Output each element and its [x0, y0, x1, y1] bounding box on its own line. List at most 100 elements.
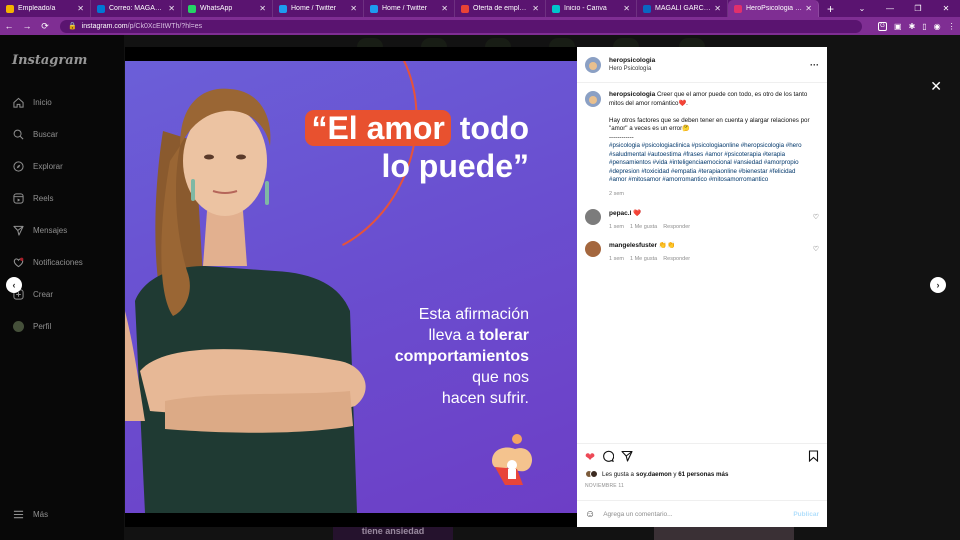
tab-close-icon[interactable]: ✕: [350, 4, 357, 13]
bookmark-icon[interactable]: [808, 449, 819, 465]
avatar[interactable]: [585, 56, 601, 73]
likes-summary: Les gusta a soy.daemon y 61 personas más: [585, 470, 819, 478]
browser-tab[interactable]: MAGALI GARCIA POR...✕: [637, 0, 728, 17]
next-post-arrow-icon[interactable]: ›: [930, 277, 946, 293]
tab-close-icon[interactable]: ✕: [805, 4, 812, 13]
screenshot-icon[interactable]: ▣: [894, 22, 902, 31]
tab-favicon-icon: [6, 4, 14, 13]
comment-reply-button[interactable]: Responder: [663, 224, 690, 230]
emoji-icon[interactable]: ☺: [585, 509, 595, 520]
body-line-4: que nos: [472, 369, 529, 386]
puzzle-icon[interactable]: ✱: [909, 22, 916, 31]
url-path: /p/Ck0XcEItWTh/?hl=es: [127, 22, 203, 30]
back-arrow-icon[interactable]: ←: [0, 21, 18, 31]
post-body-text: Esta afirmación lleva a tolerar comporta…: [395, 304, 529, 409]
headline-line-1: “El amor todo: [305, 109, 529, 147]
address-bar: ← → ⟳ 🔒 instagram.com/p/Ck0XcEItWTh/?hl=…: [0, 17, 960, 35]
extension-icon[interactable]: G: [878, 21, 887, 31]
comment-item: pepac.l ❤️ 1 sem 1 Me gusta Responder ♡: [577, 209, 827, 230]
body-line-1: Esta afirmación: [418, 306, 529, 323]
comment-composer: ☺ Agrega un comentario... Publicar: [577, 500, 827, 527]
post-image-frame: “El amor todo lo puede” Esta afirmación …: [125, 47, 577, 527]
tab-favicon-icon: [643, 4, 651, 13]
browser-tab[interactable]: Inicio - Canva ✕: [546, 0, 637, 17]
comment-username[interactable]: mangelesfuster: [609, 242, 657, 249]
comment-body: pepac.l ❤️ 1 sem 1 Me gusta Responder: [609, 209, 696, 230]
browser-tab-strip: Empleado/a✕Correo: MAGALI GAR...✕WhatsAp…: [0, 0, 960, 17]
instagram-page: tiene ansiedad Instagram Inicio Buscar E…: [0, 35, 960, 540]
comment-username[interactable]: pepac.l: [609, 210, 631, 217]
tab-label: Oferta de empleo refe...: [473, 5, 529, 12]
avatar[interactable]: [585, 241, 601, 257]
tab-close-icon[interactable]: ✕: [714, 4, 721, 13]
browser-tab[interactable]: Correo: MAGALI GAR...✕: [91, 0, 182, 17]
tab-label: Empleado/a: [18, 5, 56, 12]
more-options-icon[interactable]: ···: [810, 60, 819, 70]
post-header: heropsicologia Hero Psicología ···: [577, 47, 827, 83]
comment-reply-button[interactable]: Responder: [663, 256, 690, 262]
comment-like-heart-icon[interactable]: ♡: [813, 213, 819, 221]
likes-prefix: Les gusta a: [602, 470, 634, 478]
headline-line-2: lo puede”: [381, 148, 529, 184]
caption-hashtags[interactable]: #psicologia #psicologiaclinica #psicolog…: [609, 142, 802, 183]
previous-post-arrow-icon[interactable]: ‹: [6, 277, 22, 293]
tab-close-icon[interactable]: ✕: [77, 4, 84, 13]
minimize-icon[interactable]: —: [876, 4, 904, 13]
comment-like-heart-icon[interactable]: ♡: [813, 245, 819, 253]
browser-tab[interactable]: Home / Twitter ✕: [273, 0, 364, 17]
liker-avatar: [590, 470, 598, 478]
tab-close-icon[interactable]: ✕: [532, 4, 539, 13]
url-field[interactable]: 🔒 instagram.com/p/Ck0XcEItWTh/?hl=es: [60, 19, 862, 33]
tab-close-icon[interactable]: ✕: [259, 4, 266, 13]
close-window-icon[interactable]: ✕: [932, 4, 960, 13]
likes-count[interactable]: 61 personas más: [678, 471, 728, 478]
author-subtitle: Hero Psicología: [609, 66, 652, 72]
comment-age: 1 sem: [609, 224, 624, 230]
author-username[interactable]: heropsicologia: [609, 57, 655, 64]
sidepanel-icon[interactable]: ▯: [922, 22, 926, 31]
comment-bubble-icon[interactable]: [602, 450, 615, 465]
profile-icon[interactable]: ◉: [934, 22, 941, 31]
browser-tab[interactable]: Oferta de empleo refe...✕: [455, 0, 546, 17]
lock-icon[interactable]: 🔒: [68, 22, 77, 30]
browser-tab[interactable]: HeroPsicologia (@her...✕: [728, 0, 819, 17]
post-headline: “El amor todo lo puede”: [305, 109, 529, 185]
tab-close-icon[interactable]: ✕: [168, 4, 175, 13]
browser-tab[interactable]: Empleado/a ✕: [0, 0, 91, 17]
post-actions: ❤ Les gusta a soy.daemon y 61 personas m…: [577, 443, 827, 489]
post-date: NOVIEMBRE 11: [585, 483, 624, 489]
comment-likes[interactable]: 1 Me gusta: [630, 256, 657, 262]
tab-favicon-icon: [370, 4, 378, 13]
browser-tab[interactable]: WhatsApp ✕: [182, 0, 273, 17]
share-send-icon[interactable]: [621, 450, 633, 465]
tab-close-icon[interactable]: ✕: [441, 4, 448, 13]
publish-button[interactable]: Publicar: [793, 511, 819, 518]
extensions-area: G ▣ ✱ ▯ ◉ ⋮: [878, 21, 956, 31]
avatar[interactable]: [585, 209, 601, 225]
hero-brand-logo: [492, 434, 533, 485]
browser-tab[interactable]: Home / Twitter ✕: [364, 0, 455, 17]
post-image[interactable]: “El amor todo lo puede” Esta afirmación …: [125, 61, 577, 513]
caption-paragraph-2: Hay otros factores que se deben tener en…: [609, 116, 810, 133]
new-tab-icon[interactable]: +: [827, 2, 834, 16]
close-modal-icon[interactable]: ✕: [930, 78, 942, 95]
tab-close-icon[interactable]: ✕: [623, 4, 630, 13]
tab-label: Home / Twitter: [382, 5, 427, 12]
restore-icon[interactable]: ❐: [904, 4, 932, 13]
headline-rest: todo: [450, 110, 529, 146]
menu-kebab-icon[interactable]: ⋮: [948, 22, 956, 31]
caption-username[interactable]: heropsicologia: [609, 91, 655, 98]
forward-arrow-icon[interactable]: →: [18, 21, 36, 31]
comment-likes[interactable]: 1 Me gusta: [630, 224, 657, 230]
avatar[interactable]: [585, 91, 601, 107]
likes-user[interactable]: soy.daemon: [636, 471, 672, 478]
tab-favicon-icon: [734, 4, 742, 13]
like-heart-icon[interactable]: ❤: [585, 450, 595, 464]
url-host: instagram.com: [81, 22, 128, 30]
comment-input[interactable]: Agrega un comentario...: [603, 511, 672, 518]
comment-text: ❤️: [633, 210, 642, 217]
tab-favicon-icon: [552, 4, 560, 13]
tab-label: MAGALI GARCIA POR...: [655, 5, 711, 12]
reload-icon[interactable]: ⟳: [36, 21, 54, 32]
tab-search-icon[interactable]: ⌄: [848, 4, 876, 13]
